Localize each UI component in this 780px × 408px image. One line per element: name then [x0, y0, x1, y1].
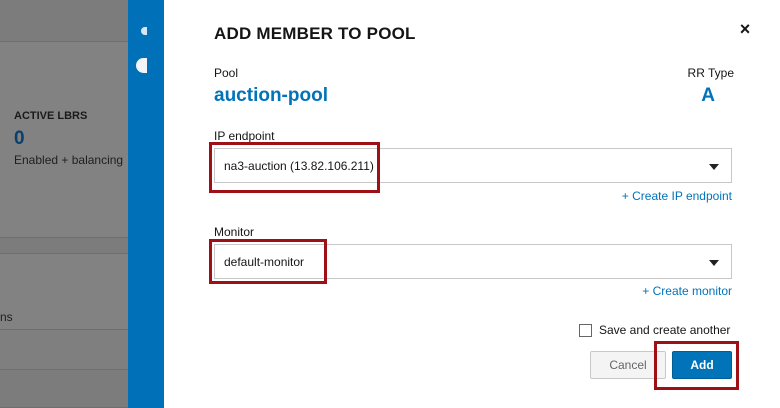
rr-type-value: A: [701, 85, 715, 106]
cancel-button[interactable]: Cancel: [590, 351, 666, 379]
chevron-down-icon: [709, 164, 719, 170]
active-lbrs-subtitle: Enabled + balancing: [14, 153, 124, 167]
active-lbrs-count: 0: [14, 128, 25, 149]
monitor-label: Monitor: [214, 225, 255, 239]
create-monitor-link[interactable]: + Create monitor: [614, 284, 732, 298]
rr-type-label: RR Type: [687, 66, 734, 80]
ip-endpoint-label: IP endpoint: [214, 129, 275, 143]
strip-indicator-icon: [141, 27, 147, 35]
ip-endpoint-selected-value: na3-auction (13.82.106.211): [224, 159, 374, 173]
background-partial-text: ns: [0, 310, 13, 324]
save-and-create-another-label[interactable]: Save and create another: [599, 323, 730, 337]
chevron-down-icon: [709, 260, 719, 266]
monitor-select[interactable]: default-monitor: [214, 244, 732, 279]
strip-toggle-icon[interactable]: [136, 58, 147, 73]
ip-endpoint-select[interactable]: na3-auction (13.82.106.211): [214, 148, 732, 183]
dialog-title: ADD MEMBER TO POOL: [214, 24, 416, 43]
monitor-selected-value: default-monitor: [224, 255, 305, 269]
create-ip-endpoint-link[interactable]: + Create IP endpoint: [614, 189, 732, 203]
close-icon[interactable]: ×: [736, 18, 754, 40]
save-and-create-another-checkbox[interactable]: [579, 324, 592, 337]
background-page: ACTIVE LBRS 0 Enabled + balancing ns: [0, 0, 128, 408]
add-button[interactable]: Add: [672, 351, 732, 379]
active-lbrs-title: ACTIVE LBRS: [14, 110, 88, 122]
add-member-dialog: ADD MEMBER TO POOL × Pool RR Type auctio…: [164, 0, 780, 408]
pool-name: auction-pool: [214, 85, 328, 106]
pool-label: Pool: [214, 66, 239, 80]
